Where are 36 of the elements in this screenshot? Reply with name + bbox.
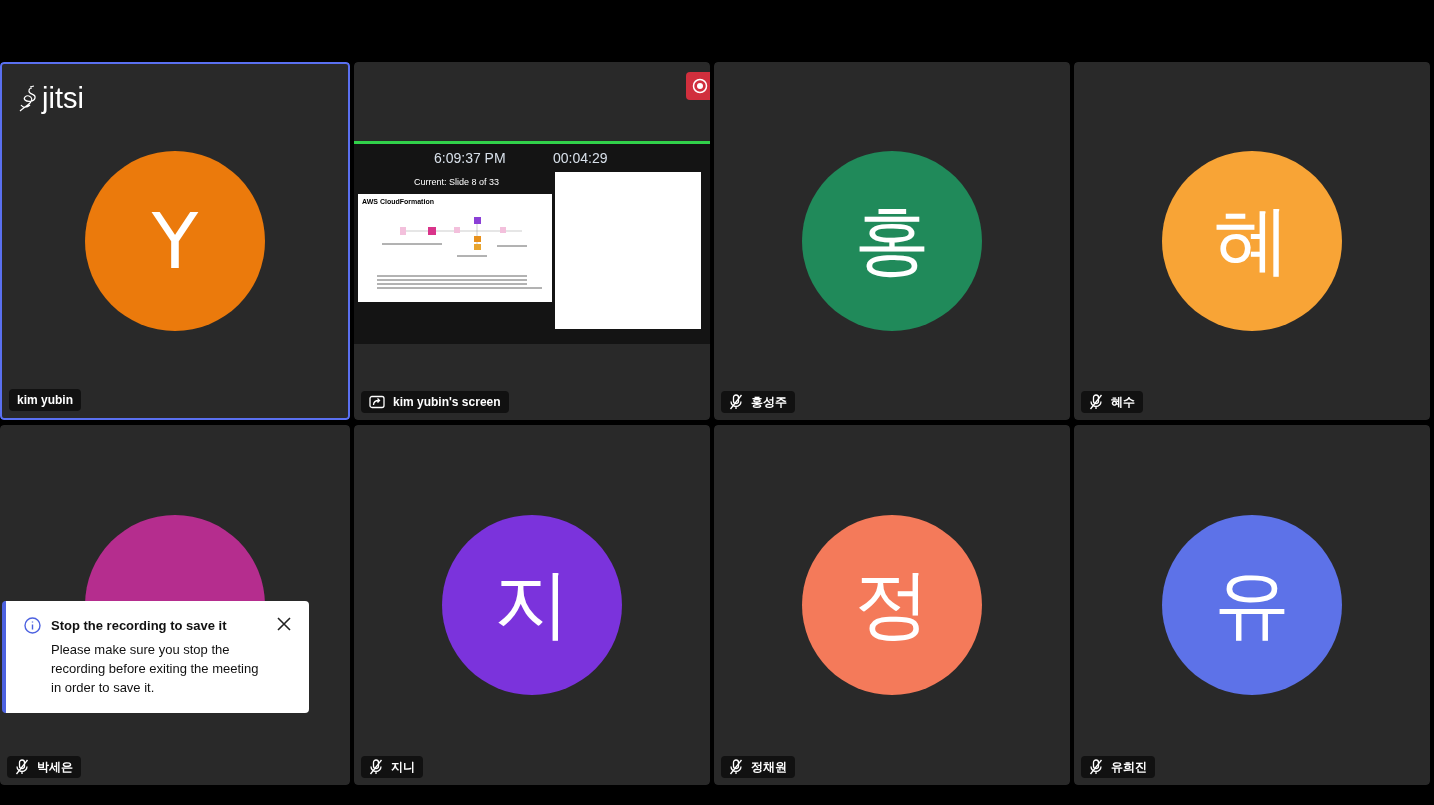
muted-mic-icon — [1089, 394, 1103, 410]
video-tile[interactable]: 혜 혜수 — [1074, 62, 1430, 420]
toast-title: Stop the recording to save it — [51, 618, 228, 633]
muted-mic-icon — [729, 759, 743, 775]
muted-mic-icon — [369, 759, 383, 775]
participant-name: 박세은 — [37, 758, 73, 776]
muted-mic-icon — [729, 394, 743, 410]
close-button[interactable] — [277, 617, 293, 633]
logo-text: jitsi — [42, 82, 84, 115]
muted-mic-icon — [15, 759, 29, 775]
video-tile[interactable]: 홍 홍성주 — [714, 62, 1070, 420]
video-tile[interactable]: Y jitsi kim yubin — [0, 62, 350, 420]
toast-message: Please make sure you stop the recording before exiting the meeting in order to save it. — [51, 641, 260, 697]
video-tile[interactable]: 유 유희진 — [1074, 425, 1430, 785]
participant-name: 유희진 — [1111, 758, 1147, 776]
avatar: 홍 — [802, 151, 982, 331]
avatar: Y — [85, 151, 265, 331]
participant-name: 홍성주 — [751, 393, 787, 411]
elapsed-time: 00:04:29 — [553, 150, 608, 166]
avatar: 정 — [802, 515, 982, 695]
screen-share-icon — [369, 395, 385, 409]
avatar: 유 — [1162, 515, 1342, 695]
participant-name: 혜수 — [1111, 393, 1135, 411]
clock: 6:09:37 PM — [434, 150, 506, 166]
avatar: 지 — [442, 515, 622, 695]
participant-name: 지니 — [391, 758, 415, 776]
participant-name: 정채원 — [751, 758, 787, 776]
recording-indicator[interactable] — [686, 72, 710, 100]
avatar: 혜 — [1162, 151, 1342, 331]
muted-mic-icon — [1089, 759, 1103, 775]
video-tile[interactable]: 정 정채원 — [714, 425, 1070, 785]
participant-name: kim yubin — [17, 393, 73, 407]
slide-label: Current: Slide 8 of 33 — [414, 177, 500, 187]
participant-name: kim yubin's screen — [393, 395, 501, 409]
video-tile[interactable]: 지 지니 — [354, 425, 710, 785]
info-icon — [24, 617, 41, 634]
